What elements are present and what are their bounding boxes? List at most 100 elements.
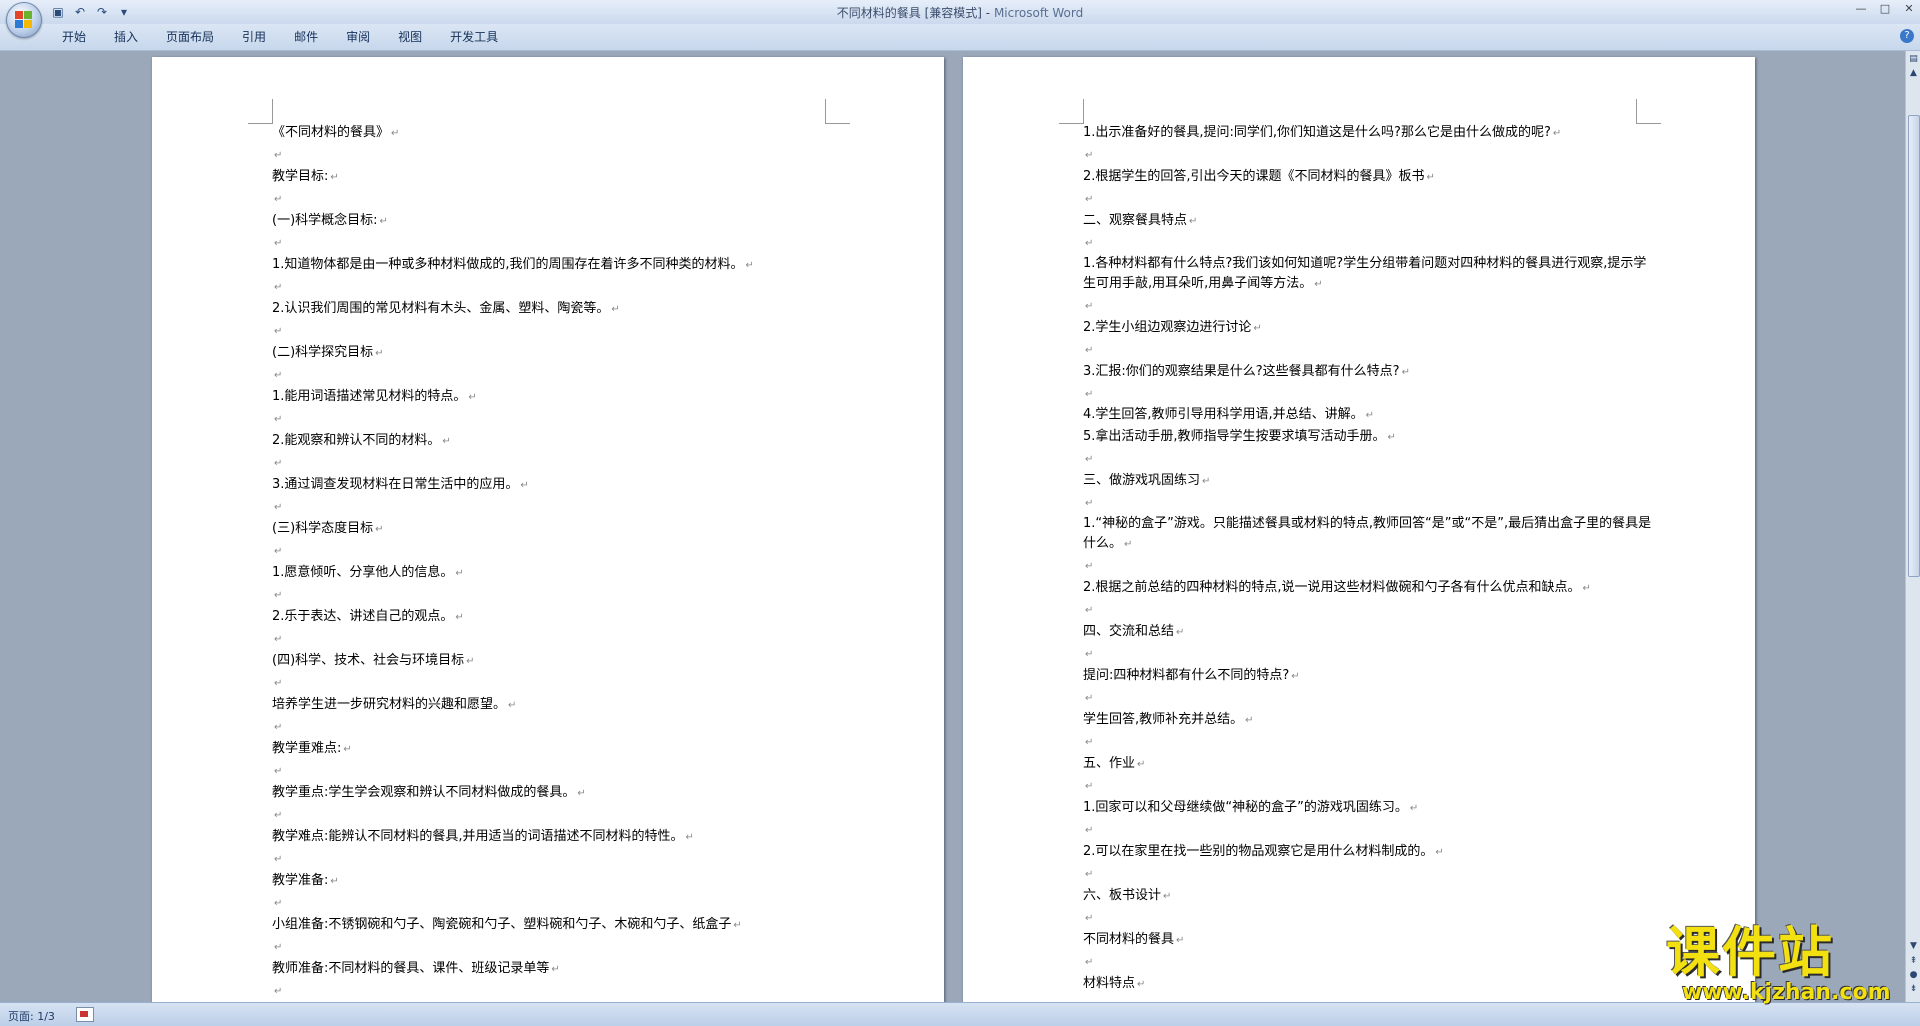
paragraph[interactable]: ↵	[272, 232, 842, 254]
paragraph[interactable]: ↵	[1083, 492, 1653, 514]
tab-mailings[interactable]: 邮件	[280, 29, 332, 45]
paragraph[interactable]: ↵	[272, 848, 842, 870]
paragraph[interactable]: 教学难点:能辨认不同材料的餐具,并用适当的词语描述不同材料的特性。 ↵	[272, 826, 842, 848]
paragraph[interactable]: ↵	[272, 892, 842, 914]
paragraph[interactable]: 1.知道物体都是由一种或多种材料做成的,我们的周围存在着许多不同种类的材料。 ↵	[272, 254, 842, 276]
paragraph[interactable]: ↵	[272, 188, 842, 210]
office-button[interactable]	[6, 2, 42, 38]
paragraph[interactable]: 1.回家可以和父母继续做“神秘的盒子”的游戏巩固练习。 ↵	[1083, 797, 1653, 819]
paragraph[interactable]: ↵	[272, 276, 842, 298]
paragraph[interactable]: ↵	[1083, 144, 1653, 166]
paragraph[interactable]: 教学重难点: ↵	[272, 738, 842, 760]
paragraph[interactable]: 3.通过调查发现材料在日常生活中的应用。 ↵	[272, 474, 842, 496]
paragraph[interactable]: 小组准备:不锈钢碗和勺子、陶瓷碗和勺子、塑料碗和勺子、木碗和勺子、纸盒子 ↵	[272, 914, 842, 936]
paragraph[interactable]: ↵	[1083, 775, 1653, 797]
proofing-status-icon[interactable]	[76, 1007, 94, 1022]
paragraph[interactable]: ↵	[272, 760, 842, 782]
select-browse-object-icon[interactable]: ●	[1908, 969, 1919, 981]
paragraph[interactable]: 1.愿意倾听、分享他人的信息。 ↵	[272, 562, 842, 584]
tab-developer[interactable]: 开发工具	[436, 29, 512, 45]
page-content[interactable]: 《不同材料的餐具》 ↵ ↵ 教学目标: ↵ ↵ (一)科学概念目标: ↵ ↵ 1.知道物体都是由一…	[272, 122, 842, 1002]
paragraph[interactable]: ↵	[1083, 232, 1653, 254]
paragraph[interactable]: (四)科学、技术、社会与环境目标 ↵	[272, 650, 842, 672]
paragraph[interactable]: 2.根据学生的回答,引出今天的课题《不同材料的餐具》板书 ↵	[1083, 166, 1653, 188]
paragraph[interactable]: (三)科学态度目标 ↵	[272, 518, 842, 540]
tab-home[interactable]: 开始	[48, 29, 100, 45]
paragraph[interactable]: 教师准备:不同材料的餐具、课件、班级记录单等 ↵	[272, 958, 842, 980]
paragraph[interactable]: ↵	[1083, 731, 1653, 753]
paragraph[interactable]: 教学准备: ↵	[272, 870, 842, 892]
paragraph[interactable]: ↵	[1083, 907, 1653, 929]
paragraph[interactable]: 2.认识我们周围的常见材料有木头、金属、塑料、陶瓷等。 ↵	[272, 298, 842, 320]
paragraph[interactable]: ↵	[1083, 448, 1653, 470]
tab-review[interactable]: 审阅	[332, 29, 384, 45]
tab-insert[interactable]: 插入	[100, 29, 152, 45]
paragraph[interactable]: 2.根据之前总结的四种材料的特点,说一说用这些材料做碗和勺子各有什么优点和缺点。…	[1083, 577, 1653, 599]
paragraph[interactable]: ↵	[272, 936, 842, 958]
paragraph[interactable]: 2.可以在家里在找一些别的物品观察它是用什么材料制成的。 ↵	[1083, 841, 1653, 863]
tab-view[interactable]: 视图	[384, 29, 436, 45]
scroll-up-icon[interactable]: ▲	[1908, 67, 1919, 79]
document-page[interactable]: 《不同材料的餐具》 ↵ ↵ 教学目标: ↵ ↵ (一)科学概念目标: ↵ ↵ 1.知道物体都是由一…	[152, 57, 944, 1002]
paragraph[interactable]: ↵	[1083, 819, 1653, 841]
paragraph[interactable]: ↵	[1083, 339, 1653, 361]
paragraph[interactable]: 材料特点 ↵	[1083, 973, 1653, 995]
paragraph[interactable]: ↵	[272, 364, 842, 386]
paragraph[interactable]: ↵	[1083, 599, 1653, 621]
paragraph[interactable]: ↵	[272, 716, 842, 738]
document-page[interactable]: 1.出示准备好的餐具,提问:同学们,你们知道这是什么吗?那么它是由什么做成的呢?…	[963, 57, 1755, 1002]
paragraph[interactable]: ↵	[272, 144, 842, 166]
paragraph[interactable]: 二、观察餐具特点 ↵	[1083, 210, 1653, 232]
help-icon[interactable]: ?	[1900, 29, 1914, 43]
paragraph[interactable]: ↵	[1083, 995, 1653, 1002]
paragraph[interactable]: 1.各种材料都有什么特点?我们该如何知道呢?学生分组带着问题对四种材料的餐具进行…	[1083, 254, 1653, 295]
paragraph[interactable]: ↵	[1083, 555, 1653, 577]
paragraph[interactable]: 五、作业 ↵	[1083, 753, 1653, 775]
paragraph[interactable]: (二)科学探究目标 ↵	[272, 342, 842, 364]
paragraph[interactable]: ↵	[272, 452, 842, 474]
paragraph[interactable]: 5.拿出活动手册,教师指导学生按要求填写活动手册。 ↵	[1083, 426, 1653, 448]
page-content[interactable]: 1.出示准备好的餐具,提问:同学们,你们知道这是什么吗?那么它是由什么做成的呢?…	[1083, 122, 1653, 1002]
paragraph[interactable]: 2.学生小组边观察边进行讨论 ↵	[1083, 317, 1653, 339]
paragraph[interactable]: ↵	[1083, 643, 1653, 665]
paragraph[interactable]: 教学重点:学生学会观察和辨认不同材料做成的餐具。 ↵	[272, 782, 842, 804]
paragraph[interactable]: ↵	[1083, 295, 1653, 317]
paragraph[interactable]: 六、板书设计 ↵	[1083, 885, 1653, 907]
paragraph[interactable]: 三、做游戏巩固练习 ↵	[1083, 470, 1653, 492]
paragraph[interactable]: ↵	[272, 408, 842, 430]
paragraph[interactable]: 《不同材料的餐具》 ↵	[272, 122, 842, 144]
paragraph[interactable]: ↵	[272, 496, 842, 518]
paragraph[interactable]: 1.“神秘的盒子”游戏。只能描述餐具或材料的特点,教师回答“是”或“不是”,最后…	[1083, 514, 1653, 555]
tab-page-layout[interactable]: 页面布局	[152, 29, 228, 45]
paragraph[interactable]: ↵	[272, 584, 842, 606]
paragraph[interactable]: ↵	[1083, 863, 1653, 885]
scroll-down-icon[interactable]: ▼	[1908, 940, 1919, 952]
paragraph[interactable]: ↵	[272, 320, 842, 342]
ruler-toggle-icon[interactable]: ▤	[1908, 53, 1919, 65]
paragraph[interactable]: ↵	[1083, 951, 1653, 973]
paragraph[interactable]: ↵	[272, 540, 842, 562]
paragraph[interactable]: (一)科学概念目标: ↵	[272, 210, 842, 232]
paragraph[interactable]: 4.学生回答,教师引导用科学用语,并总结、讲解。 ↵	[1083, 405, 1653, 426]
paragraph[interactable]: 教学目标: ↵	[272, 166, 842, 188]
close-button[interactable]: ✕	[1902, 2, 1916, 16]
paragraph[interactable]: ↵	[1083, 383, 1653, 405]
next-page-icon[interactable]: ⇟	[1908, 983, 1919, 995]
paragraph[interactable]: ↵	[1083, 188, 1653, 210]
minimize-button[interactable]: —	[1854, 2, 1868, 16]
paragraph[interactable]: 提问:四种材料都有什么不同的特点? ↵	[1083, 665, 1653, 687]
paragraph[interactable]: ↵	[1083, 687, 1653, 709]
paragraph[interactable]: 1.能用词语描述常见材料的特点。 ↵	[272, 386, 842, 408]
vertical-scrollbar[interactable]: ▤ ▲ ▼ ⇞ ● ⇟	[1905, 51, 1920, 1002]
paragraph[interactable]: 不同材料的餐具 ↵	[1083, 929, 1653, 951]
paragraph[interactable]: 1.出示准备好的餐具,提问:同学们,你们知道这是什么吗?那么它是由什么做成的呢?…	[1083, 122, 1653, 144]
paragraph[interactable]: ↵	[272, 672, 842, 694]
paragraph[interactable]: 培养学生进一步研究材料的兴趣和愿望。 ↵	[272, 694, 842, 716]
paragraph[interactable]: 2.能观察和辨认不同的材料。 ↵	[272, 430, 842, 452]
maximize-button[interactable]: □	[1878, 2, 1892, 16]
paragraph[interactable]: 学生回答,教师补充并总结。 ↵	[1083, 709, 1653, 731]
paragraph[interactable]: 四、交流和总结 ↵	[1083, 621, 1653, 643]
paragraph[interactable]: ↵	[272, 980, 842, 1002]
paragraph[interactable]: 2.乐于表达、讲述自己的观点。 ↵	[272, 606, 842, 628]
scrollbar-thumb[interactable]	[1908, 115, 1920, 577]
